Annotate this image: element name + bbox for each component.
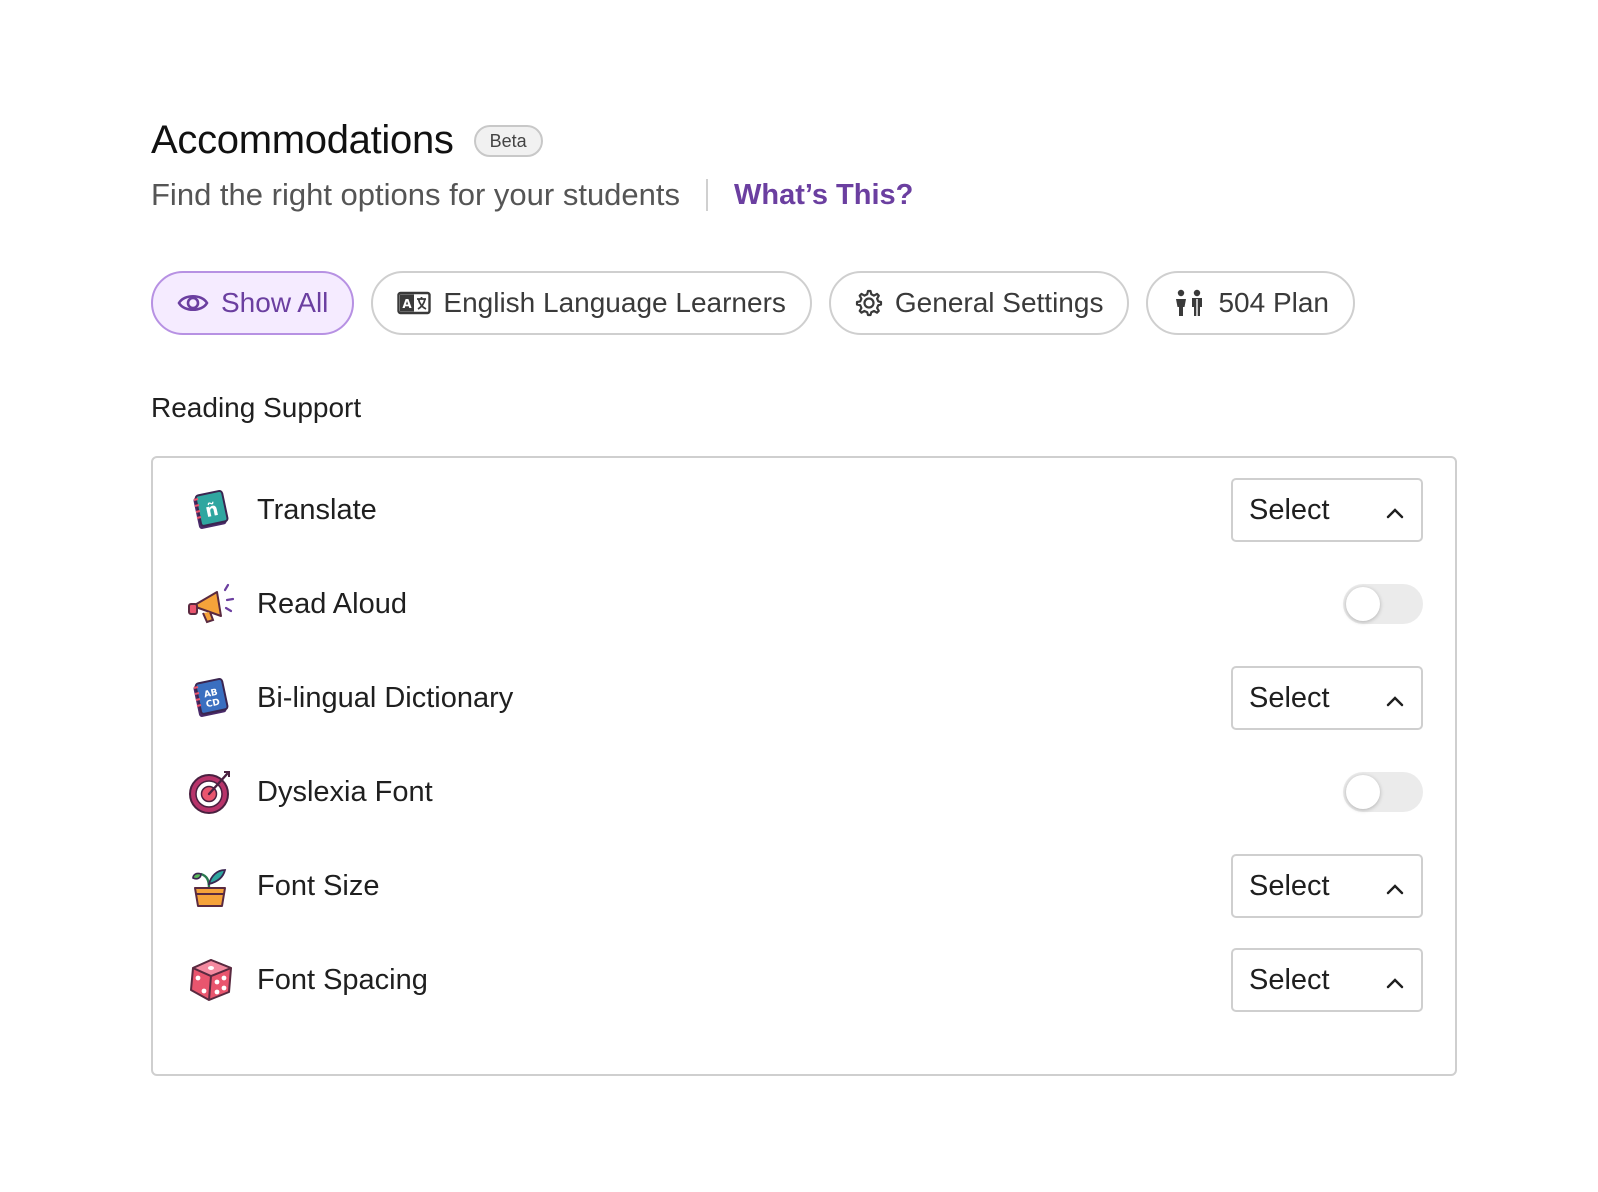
chevron-up-icon xyxy=(1385,964,1405,997)
filter-show-all[interactable]: Show All xyxy=(151,271,355,335)
item-label: Font Size xyxy=(257,869,380,902)
page-header: Accommodations Beta Find the right optio… xyxy=(151,118,913,213)
select-value: Select xyxy=(1249,493,1330,526)
title-row: Accommodations Beta xyxy=(151,118,913,163)
page-title: Accommodations xyxy=(151,118,454,162)
chevron-up-icon xyxy=(1385,870,1405,903)
subtitle-divider xyxy=(706,179,709,211)
dice-icon xyxy=(187,956,235,1004)
filter-label: General Settings xyxy=(894,287,1104,318)
toggle-knob xyxy=(1346,775,1380,809)
item-label: Font Spacing xyxy=(257,963,428,996)
reading-support-panel: ñ Translate Select Read Aloud AB CD Bi-li… xyxy=(151,456,1457,1076)
list-item-read-aloud: Read Aloud xyxy=(153,572,1455,636)
list-item-font-spacing: Font Spacing Select xyxy=(153,948,1455,1012)
chevron-up-icon xyxy=(1385,682,1405,715)
megaphone-icon xyxy=(187,580,235,628)
item-label: Dyslexia Font xyxy=(257,775,433,808)
font-size-select[interactable]: Select xyxy=(1231,854,1423,918)
read-aloud-toggle[interactable] xyxy=(1343,584,1423,624)
select-value: Select xyxy=(1249,869,1330,902)
toggle-knob xyxy=(1346,587,1380,621)
select-value: Select xyxy=(1249,681,1330,714)
translate-card-icon: A xyxy=(397,291,432,315)
section-title: Reading Support xyxy=(151,392,362,423)
list-item-font-size: Font Size Select xyxy=(153,854,1455,918)
filter-504-plan[interactable]: 504 Plan xyxy=(1146,271,1356,335)
item-label: Read Aloud xyxy=(257,587,407,620)
dyslexia-font-toggle[interactable] xyxy=(1343,772,1423,812)
plant-pot-icon xyxy=(187,862,235,910)
font-spacing-select[interactable]: Select xyxy=(1231,948,1423,1012)
eye-icon xyxy=(177,291,209,315)
filter-label: English Language Learners xyxy=(443,287,786,318)
item-label: Translate xyxy=(257,493,377,526)
list-item-translate: ñ Translate Select xyxy=(153,478,1455,542)
select-value: Select xyxy=(1249,963,1330,996)
whats-this-link[interactable]: What’s This? xyxy=(734,179,913,212)
target-icon xyxy=(187,768,235,816)
bilingual-dictionary-select[interactable]: Select xyxy=(1231,666,1423,730)
translate-select[interactable]: Select xyxy=(1231,478,1423,542)
filter-label: 504 Plan xyxy=(1218,287,1330,318)
page-subtitle: Find the right options for your students xyxy=(151,177,681,212)
list-item-dyslexia-font: Dyslexia Font xyxy=(153,760,1455,824)
beta-badge: Beta xyxy=(473,124,543,157)
filter-label: Show All xyxy=(221,287,329,318)
filter-chips: Show All A English Language Learners Gen… xyxy=(151,271,1356,335)
gear-icon xyxy=(855,289,883,317)
filter-english-language-learners[interactable]: A English Language Learners xyxy=(371,271,812,335)
svg-text:A: A xyxy=(403,297,413,311)
people-icon xyxy=(1172,289,1206,317)
filter-general-settings[interactable]: General Settings xyxy=(828,271,1130,335)
subtitle-row: Find the right options for your students… xyxy=(151,177,913,213)
list-item-bilingual-dictionary: AB CD Bi-lingual Dictionary Select xyxy=(153,666,1455,730)
item-label: Bi-lingual Dictionary xyxy=(257,681,514,714)
dictionary-book-icon: AB CD xyxy=(187,674,235,722)
translate-book-icon: ñ xyxy=(187,486,235,534)
chevron-up-icon xyxy=(1385,494,1405,527)
